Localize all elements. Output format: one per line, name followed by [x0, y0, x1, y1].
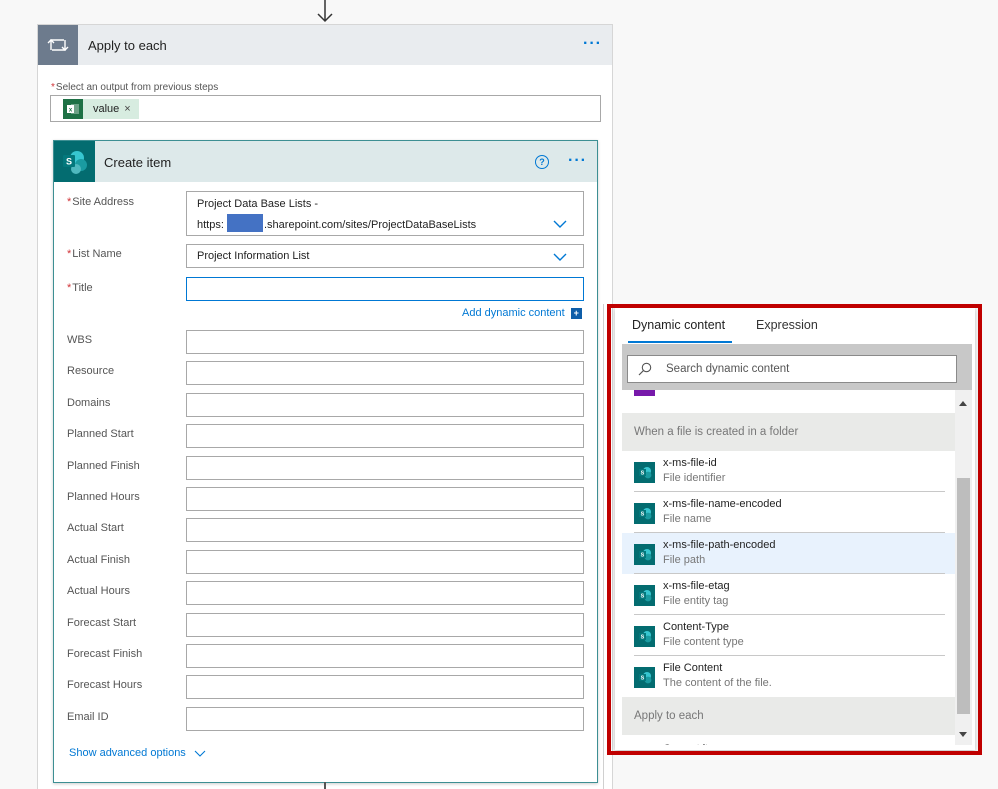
field-input[interactable] [186, 424, 584, 448]
create-item-header[interactable]: S Create item ? ··· [54, 141, 597, 182]
site-address-label: *Site Address [67, 196, 134, 208]
show-advanced-options-text: Show advanced options [69, 747, 186, 759]
field-input[interactable] [186, 675, 584, 699]
redacted-tenant [227, 214, 263, 232]
value-token[interactable]: x value × [63, 99, 139, 119]
select-output-label: *Select an output from previous steps [51, 82, 218, 93]
create-item-card: S Create item ? ··· *Site Address Projec… [53, 140, 598, 783]
field-label: Actual Finish [67, 554, 130, 566]
field-label: Forecast Finish [67, 648, 143, 660]
title-label-text: Title [72, 282, 93, 294]
field-input[interactable] [186, 393, 584, 417]
field-label: Email ID [67, 711, 109, 723]
required-marker: * [67, 196, 72, 208]
apply-to-each-header[interactable]: Apply to each ··· [38, 25, 612, 65]
field-input[interactable] [186, 361, 584, 385]
field-input[interactable] [186, 487, 584, 511]
sharepoint-icon: S [54, 141, 95, 182]
site-address-dropdown[interactable]: Project Data Base Lists - https: .sharep… [186, 191, 584, 236]
field-label: Domains [67, 397, 111, 409]
create-item-title: Create item [104, 155, 172, 170]
site-address-line1: Project Data Base Lists - [197, 198, 319, 210]
show-advanced-options-link[interactable]: Show advanced options [69, 747, 206, 759]
highlight-frame [607, 304, 982, 755]
remove-token-icon[interactable]: × [124, 103, 130, 115]
field-label: Resource [67, 365, 115, 377]
field-label: Actual Hours [67, 585, 130, 597]
field-label: Planned Hours [67, 491, 140, 503]
loop-icon [38, 25, 78, 65]
required-marker: * [67, 282, 72, 294]
site-address-line2-prefix: https: [197, 219, 224, 231]
field-input[interactable] [186, 644, 584, 668]
field-input[interactable] [186, 613, 584, 637]
svg-text:S: S [65, 156, 71, 166]
ellipsis-icon[interactable]: ··· [568, 153, 587, 169]
ellipsis-icon[interactable]: ··· [583, 36, 602, 52]
help-icon[interactable]: ? [535, 155, 549, 169]
chevron-down-icon[interactable] [553, 220, 567, 228]
field-label: Actual Start [67, 522, 124, 534]
select-output-input[interactable]: x value × [50, 95, 601, 122]
chevron-down-icon [194, 750, 206, 757]
excel-icon: x [63, 99, 83, 119]
field-input[interactable] [186, 581, 584, 605]
add-dynamic-content-text: Add dynamic content [462, 307, 565, 319]
select-output-label-text: Select an output from previous steps [55, 82, 219, 93]
add-dynamic-content-link[interactable]: Add dynamic content + [462, 307, 582, 319]
field-label: WBS [67, 334, 93, 346]
connector-arrow-icon [317, 0, 333, 23]
field-label: Forecast Start [67, 617, 137, 629]
field-input[interactable] [186, 707, 584, 731]
title-input[interactable] [186, 277, 584, 301]
title-label: *Title [67, 282, 93, 294]
token-label: value [93, 103, 120, 115]
required-marker: * [67, 248, 72, 260]
list-name-label-text: List Name [72, 248, 122, 260]
field-label: Planned Finish [67, 460, 140, 472]
field-label: Forecast Hours [67, 679, 143, 691]
list-name-dropdown[interactable]: Project Information List [186, 244, 584, 268]
list-name-value: Project Information List [197, 250, 310, 262]
field-input[interactable] [186, 456, 584, 480]
site-address-line2-suffix: .sharepoint.com/sites/ProjectDataBaseLis… [264, 219, 477, 231]
required-marker: * [51, 82, 55, 93]
field-label: Planned Start [67, 428, 134, 440]
field-input[interactable] [186, 518, 584, 542]
list-name-label: *List Name [67, 248, 122, 260]
divider [603, 304, 604, 789]
apply-to-each-title: Apply to each [88, 38, 167, 53]
field-input[interactable] [186, 550, 584, 574]
site-address-label-text: Site Address [72, 196, 135, 208]
connector-line [324, 782, 326, 789]
chevron-down-icon[interactable] [553, 253, 567, 261]
field-input[interactable] [186, 330, 584, 354]
plus-icon: + [570, 307, 582, 319]
